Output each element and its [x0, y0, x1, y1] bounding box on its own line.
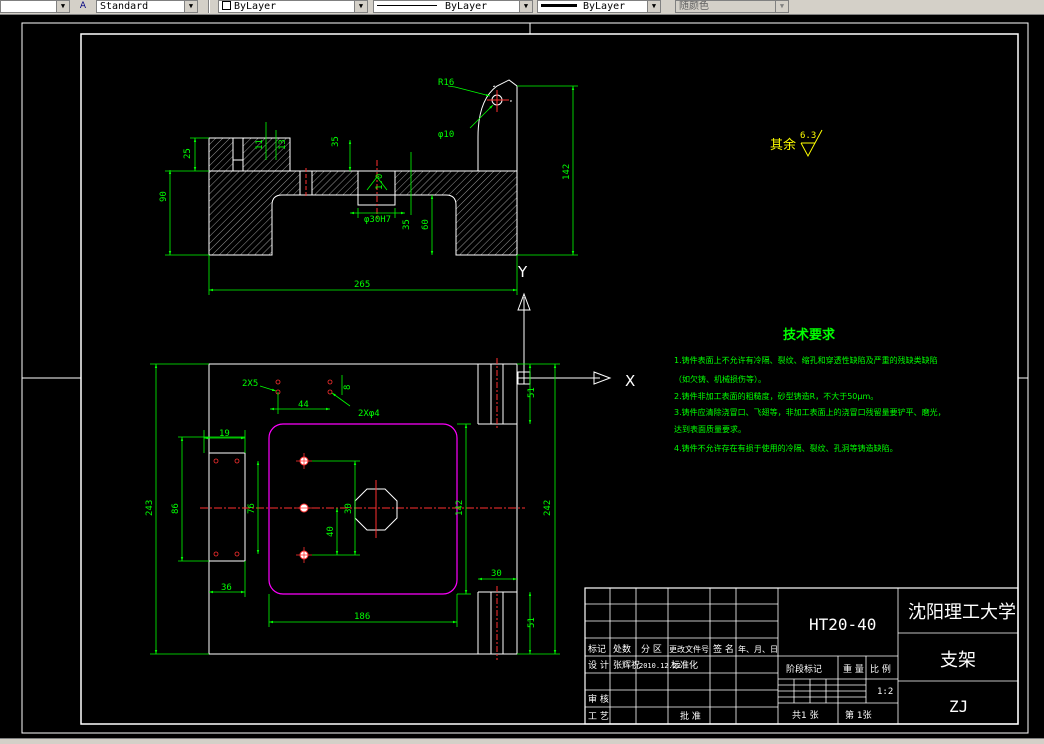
tech-line-1: 1.铸件表面上不允许有冷隔、裂纹、缩孔和穿透性缺陷及严重的残缺类缺陷 [674, 355, 938, 365]
tb-stage-label: 阶段标记 [786, 663, 822, 675]
tb-header-mark: 标记 [588, 643, 606, 655]
top-view [208, 79, 518, 256]
layer-value: ByLayer [234, 1, 277, 12]
linetype-value: ByLayer [445, 1, 488, 12]
surface-note-label: 其余 [770, 137, 796, 153]
dim-phi10: φ10 [438, 130, 454, 140]
tb-part-name: 支架 [940, 650, 976, 671]
text-style-select[interactable]: Standard ▼ [96, 0, 198, 13]
tb-scale-label: 比 例 [870, 663, 891, 675]
layer-select[interactable]: ByLayer ▼ [218, 0, 368, 13]
surface-finish-note: 其余 6.3 [770, 129, 823, 158]
text-style-icon[interactable]: A [76, 0, 90, 13]
surface-note-value: 6.3 [800, 131, 816, 141]
dim-76: 76 [247, 503, 257, 514]
dim-36: 36 [221, 583, 232, 593]
dim-265: 265 [354, 280, 370, 290]
plot-style-select[interactable]: 随颜色 ▼ [675, 0, 789, 13]
title-block: 标记 处数 分 区 更改文件号 签 名 年、月、日 设 计 张辉祝 2010.1… [584, 587, 1019, 725]
tb-code: ZJ [949, 697, 968, 716]
color-swatch-icon [222, 1, 231, 10]
tb-process-label: 工 艺 [588, 711, 609, 722]
tb-header-date: 年、月、日 [738, 644, 778, 654]
tb-review-label: 审 核 [588, 693, 609, 705]
ucs-icon [517, 292, 612, 385]
chevron-down-icon[interactable]: ▼ [184, 1, 197, 12]
tech-line-5: 达到表面质量要求。 [674, 424, 746, 434]
ucs-x-label: X [625, 372, 635, 390]
front-view-dim-text: 2X5 44 2Xφ4 8 19 86 76 36 40 30 142 243 … [145, 379, 553, 628]
tb-header-change-doc: 更改文件号 [669, 644, 709, 654]
tech-line-2: （如欠铸、机械损伤等）。 [674, 374, 766, 384]
dim-2xphi4: 2Xφ4 [358, 409, 380, 419]
ucs-y-label: Y [517, 263, 528, 281]
tb-std-label: 标准化 [671, 659, 698, 671]
dim-8: 8 [343, 385, 353, 390]
text-style-value: Standard [100, 1, 149, 12]
tb-school: 沈阳理工大学 [908, 602, 1016, 623]
dim-60: 60 [421, 219, 431, 230]
tb-approve-label: 批 准 [680, 710, 701, 722]
tb-header-sign: 签 名 [713, 643, 734, 655]
dim-2x5: 2X5 [242, 379, 258, 389]
dim-1-0: 1.0 [375, 174, 385, 190]
tb-header-zone: 分 区 [641, 644, 662, 655]
dim-186: 186 [354, 612, 370, 622]
dim-142b: 142 [455, 500, 465, 516]
linetype-select[interactable]: ByLayer ▼ [373, 0, 533, 13]
linetype-sample-icon [377, 5, 437, 6]
dim-r16: R16 [438, 78, 454, 88]
lineweight-sample-icon [541, 4, 577, 7]
tech-line-3: 2.铸件非加工表面的粗糙度，砂型铸造R，不大于50μm。 [674, 391, 878, 401]
lineweight-select[interactable]: ByLayer ▼ [537, 0, 661, 13]
tech-line-6: 4.铸件不允许存在有损于使用的冷隔、裂纹、孔洞等铸造缺陷。 [674, 443, 898, 453]
dim-30h: 30 [491, 569, 502, 579]
chevron-down-icon[interactable]: ▼ [354, 1, 367, 12]
dim-51b: 51 [527, 617, 537, 628]
lineweight-value: ByLayer [583, 1, 626, 12]
dim-35: 35 [331, 136, 341, 147]
tb-design-label: 设 计 [588, 659, 609, 671]
front-view-dimensions [150, 363, 560, 655]
tb-sheet-no: 第 1张 [845, 709, 872, 721]
tech-title: 技术要求 [783, 327, 836, 343]
properties-toolbar: ▼ A Standard ▼ ByLayer ▼ ByLayer ▼ ByLayer ▼… [0, 0, 1044, 15]
chevron-down-icon[interactable]: ▼ [56, 1, 69, 12]
dim-242: 242 [543, 500, 553, 516]
dim-86: 86 [171, 503, 181, 514]
dim-30v: 30 [344, 503, 354, 514]
dim-243: 243 [145, 500, 155, 516]
tb-total-sheets: 共1 张 [792, 710, 819, 721]
dim-11: 11 [255, 139, 265, 150]
dim-90: 90 [159, 191, 169, 202]
tb-header-count: 处数 [613, 643, 631, 655]
tech-line-4: 3.铸件应清除浇冒口、飞翅等，非加工表面上的浇冒口残留量要铲平、磨光， [674, 407, 946, 417]
horizontal-scrollbar[interactable] [0, 738, 1044, 744]
dim-13: 13 [278, 139, 288, 150]
dim-phi30h7: φ30H7 [364, 215, 391, 225]
tech-requirements: 技术要求 1.铸件表面上不允许有冷隔、裂纹、缩孔和穿透性缺陷及严重的残缺类缺陷 … [674, 327, 946, 453]
dim-19: 19 [219, 429, 230, 439]
drawing-canvas[interactable]: R16 φ10 11 13 35 25 90 1.0 φ30H7 35 60 1… [0, 14, 1044, 738]
chevron-down-icon[interactable]: ▼ [775, 1, 788, 12]
chevron-down-icon[interactable]: ▼ [519, 1, 532, 12]
dim-25: 25 [183, 148, 193, 159]
tb-weight-label: 重 量 [843, 663, 864, 675]
cad-window: ▼ A Standard ▼ ByLayer ▼ ByLayer ▼ ByLayer ▼… [0, 0, 1044, 744]
dim-40: 40 [326, 526, 336, 537]
tb-designer: 张辉祝 [613, 659, 640, 671]
dim-51a: 51 [527, 387, 537, 398]
dim-44: 44 [298, 400, 309, 410]
dropdown-left[interactable]: ▼ [0, 0, 70, 13]
chevron-down-icon[interactable]: ▼ [647, 1, 660, 12]
tb-material: HT20-40 [809, 615, 876, 634]
tb-scale: 1:2 [877, 687, 893, 697]
dim-35b: 35 [402, 219, 412, 230]
dim-142: 142 [562, 164, 572, 180]
plot-style-value: 随颜色 [679, 1, 709, 12]
toolbar-separator [208, 0, 210, 13]
